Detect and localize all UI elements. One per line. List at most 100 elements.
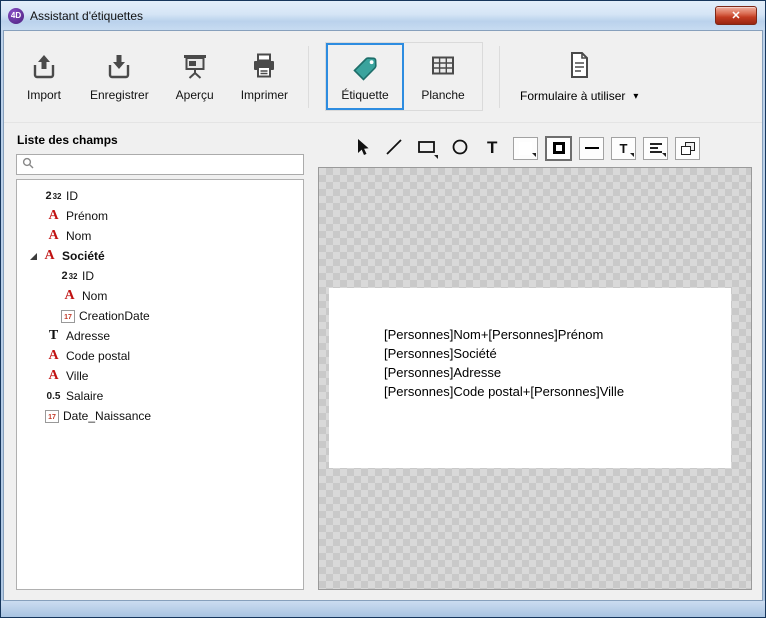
field-item[interactable]: 17 CreationDate xyxy=(17,306,303,326)
preview-button[interactable]: Aperçu xyxy=(169,47,221,106)
field-item[interactable]: T Adresse xyxy=(17,326,303,346)
form-to-use-menu[interactable]: Formulaire à utiliser ▾ xyxy=(516,46,642,107)
toolbar-separator xyxy=(308,46,309,108)
format-cluster: T xyxy=(513,136,700,161)
import-icon xyxy=(29,51,59,81)
import-button[interactable]: Import xyxy=(18,47,70,106)
field-item[interactable]: 17 Date_Naissance xyxy=(17,406,303,426)
fill-color-button[interactable] xyxy=(513,137,538,160)
label-field-line[interactable]: [Personnes]Adresse xyxy=(384,363,624,382)
field-label: ID xyxy=(82,269,94,283)
field-label: Date_Naissance xyxy=(63,409,151,423)
field-label: Ville xyxy=(66,369,88,383)
field-label: CreationDate xyxy=(79,309,150,323)
field-item[interactable]: A Nom xyxy=(17,226,303,246)
border-swatch-icon xyxy=(553,142,565,154)
cursor-arrow-icon xyxy=(352,137,372,160)
fields-tree: 232 ID A Prénom A Nom xyxy=(16,179,304,590)
fields-panel-title: Liste des champs xyxy=(17,133,304,147)
field-item[interactable]: 232 ID xyxy=(17,186,303,206)
field-label: Nom xyxy=(66,229,91,243)
content-area: Liste des champs 232 xyxy=(4,123,762,600)
align-icon xyxy=(650,143,662,153)
dropdown-arrow-icon xyxy=(434,155,438,159)
dropdown-arrow-icon xyxy=(630,153,634,157)
print-button[interactable]: Imprimer xyxy=(237,47,292,106)
longint-field-icon: 232 xyxy=(45,190,62,202)
tab-etiquette[interactable]: Étiquette xyxy=(326,43,404,110)
planche-label: Planche xyxy=(421,88,464,102)
text-tool-icon: T xyxy=(487,138,497,158)
text-format-icon: T xyxy=(620,141,628,156)
text-format-button[interactable]: T xyxy=(611,137,636,160)
alpha-field-icon: A xyxy=(45,368,62,384)
longint-field-icon: 232 xyxy=(61,270,78,282)
label-fields-block: [Personnes]Nom+[Personnes]Prénom [Person… xyxy=(384,325,624,401)
tab-planche[interactable]: Planche xyxy=(404,43,482,110)
field-label: Code postal xyxy=(66,349,130,363)
import-label: Import xyxy=(27,88,61,102)
oval-tool-button[interactable] xyxy=(448,135,472,161)
rectangle-tool-button[interactable] xyxy=(415,135,439,161)
draw-toolbar: T xyxy=(318,133,752,163)
field-item[interactable]: A Ville xyxy=(17,366,303,386)
window-bottom-frame xyxy=(1,601,765,617)
field-label: Société xyxy=(62,249,105,263)
close-button[interactable]: ✕ xyxy=(715,6,757,25)
label-field-line[interactable]: [Personnes]Société xyxy=(384,344,624,363)
field-item[interactable]: A Prénom xyxy=(17,206,303,226)
field-label: ID xyxy=(66,189,78,203)
line-icon xyxy=(384,137,404,160)
field-item[interactable]: A Nom xyxy=(17,286,303,306)
output-mode-group: Étiquette Planche xyxy=(325,42,483,111)
form-menu-label: Formulaire à utiliser xyxy=(520,89,625,103)
preview-icon xyxy=(180,51,210,81)
field-label: Adresse xyxy=(66,329,110,343)
etiquette-label: Étiquette xyxy=(341,88,388,102)
alpha-field-icon: A xyxy=(45,348,62,364)
save-label: Enregistrer xyxy=(90,88,149,102)
field-item[interactable]: A Société xyxy=(17,246,303,266)
field-item[interactable]: 232 ID xyxy=(17,266,303,286)
field-item[interactable]: 0.5 Salaire xyxy=(17,386,303,406)
chevron-down-icon: ▾ xyxy=(633,91,638,102)
label-wizard-window: 4D Assistant d'étiquettes ✕ Import xyxy=(0,0,766,618)
select-tool-button[interactable] xyxy=(350,135,374,161)
fields-search-input[interactable] xyxy=(39,158,298,172)
preview-label: Aperçu xyxy=(176,88,214,102)
4d-logo-icon: 4D xyxy=(8,8,24,24)
border-color-button[interactable] xyxy=(545,136,572,161)
save-button[interactable]: Enregistrer xyxy=(86,47,153,106)
label-field-line[interactable]: [Personnes]Nom+[Personnes]Prénom xyxy=(384,325,624,344)
dropdown-arrow-icon xyxy=(532,153,536,157)
field-label: Salaire xyxy=(66,389,103,403)
fields-search-box xyxy=(16,154,304,175)
fill-swatch-icon xyxy=(519,142,532,155)
save-icon xyxy=(104,51,134,81)
tree-expander-icon[interactable] xyxy=(30,253,37,260)
design-canvas[interactable]: [Personnes]Nom+[Personnes]Prénom [Person… xyxy=(318,167,752,590)
oval-icon xyxy=(450,137,470,160)
text-tool-button[interactable]: T xyxy=(480,135,504,161)
field-item[interactable]: A Code postal xyxy=(17,346,303,366)
design-panel: T xyxy=(318,133,752,590)
grid-sheet-icon xyxy=(428,51,458,81)
duplicate-button[interactable] xyxy=(675,137,700,160)
line-width-icon xyxy=(585,147,599,149)
date-field-icon: 17 xyxy=(45,410,59,423)
window-frame: Import Enregistrer xyxy=(1,30,765,601)
alpha-field-icon: A xyxy=(41,248,58,264)
align-button[interactable] xyxy=(643,137,668,160)
text-field-icon: T xyxy=(45,328,62,344)
line-tool-button[interactable] xyxy=(383,135,407,161)
alpha-field-icon: A xyxy=(45,208,62,224)
search-icon xyxy=(22,156,34,174)
form-document-icon xyxy=(564,50,594,83)
dropdown-arrow-icon xyxy=(662,153,666,157)
label-area[interactable]: [Personnes]Nom+[Personnes]Prénom [Person… xyxy=(329,288,731,468)
label-field-line[interactable]: [Personnes]Code postal+[Personnes]Ville xyxy=(384,382,624,401)
titlebar: 4D Assistant d'étiquettes ✕ xyxy=(1,1,765,30)
field-label: Prénom xyxy=(66,209,108,223)
client-area: Import Enregistrer xyxy=(3,30,763,601)
line-width-button[interactable] xyxy=(579,137,604,160)
